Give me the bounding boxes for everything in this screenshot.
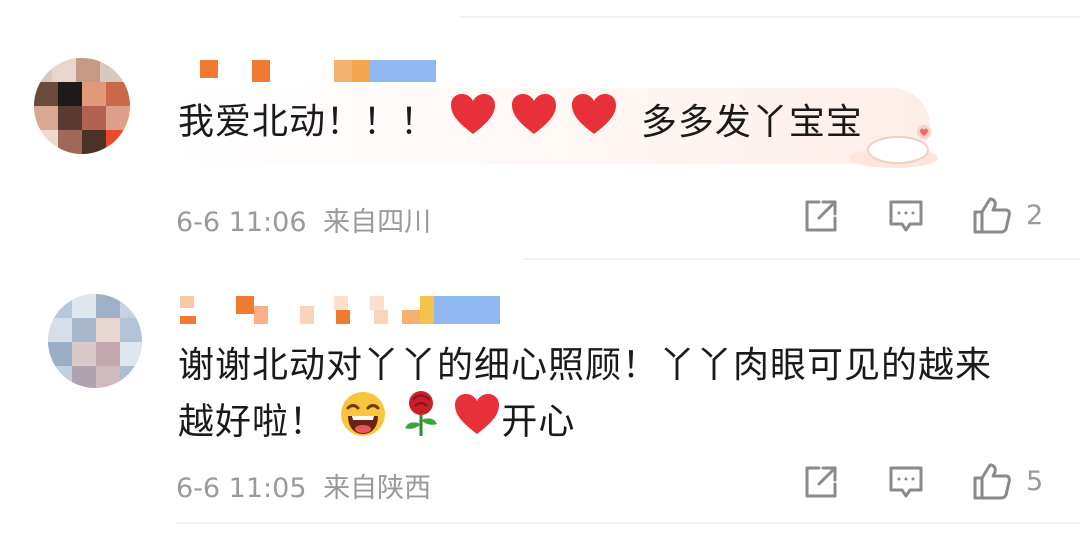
avatar[interactable] — [34, 58, 130, 154]
comment-location: 来自陕西 — [323, 473, 432, 504]
cat-sticker — [846, 120, 942, 174]
comment-meta: 6-6 11:06 来自四川 — [176, 200, 431, 239]
comment-meta: 6-6 11:05 来自陕西 — [176, 466, 431, 505]
comment-text-line-1: 谢谢北动对丫丫的细心照顾！丫丫肉眼可见的越来 — [178, 345, 993, 386]
comment-location: 来自四川 — [323, 207, 432, 238]
share-icon[interactable] — [803, 464, 839, 504]
heart-emoji — [510, 92, 558, 155]
laughing-emoji — [338, 390, 388, 457]
heart-emoji — [449, 92, 497, 155]
like-count: 2 — [1026, 200, 1044, 231]
comment-time: 6-6 11:06 — [176, 207, 307, 238]
thumbs-up-icon[interactable] — [972, 462, 1012, 506]
comment-icon[interactable] — [888, 464, 924, 504]
username[interactable] — [180, 296, 510, 326]
comment-text: 我爱北动！！！ 多多发丫宝宝 — [178, 92, 863, 155]
comment-icon[interactable] — [888, 198, 924, 238]
avatar[interactable] — [48, 294, 142, 388]
heart-emoji — [453, 392, 501, 455]
bottom-divider — [176, 522, 1080, 524]
rose-emoji — [401, 390, 441, 457]
comment-time: 6-6 11:05 — [176, 473, 307, 504]
top-divider — [460, 16, 1080, 18]
comment-text-line-2: 越好啦！ 开心 — [178, 390, 575, 457]
heart-emoji — [570, 92, 618, 155]
comment-divider — [524, 258, 1080, 260]
username[interactable] — [200, 60, 440, 82]
share-icon[interactable] — [803, 198, 839, 238]
like-count: 5 — [1026, 466, 1044, 497]
thumbs-up-icon[interactable] — [972, 196, 1012, 240]
